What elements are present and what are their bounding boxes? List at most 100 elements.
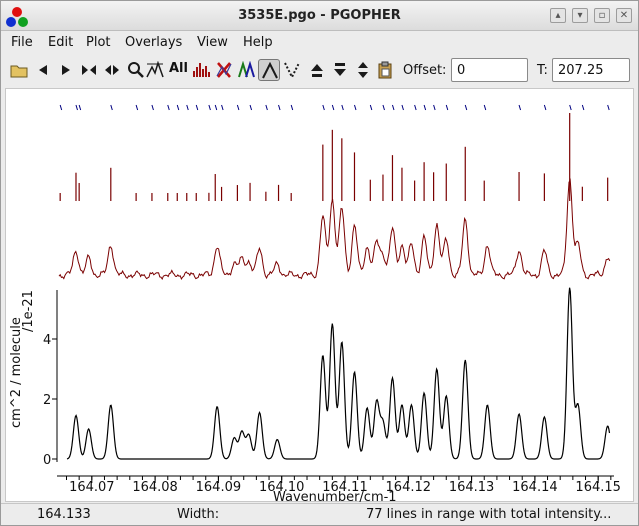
arrow-right-icon [62, 65, 70, 75]
stick-spectrum [59, 112, 609, 201]
fit-peaks-button[interactable] [144, 59, 166, 81]
line-marker [607, 104, 610, 111]
line-marker [167, 104, 170, 111]
menu-plot[interactable]: Plot [86, 35, 111, 50]
menu-edit[interactable]: Edit [48, 35, 73, 50]
line-marker [322, 104, 325, 111]
overlay-peaks-icon [238, 61, 255, 78]
line-marker [59, 104, 63, 111]
spectrum-plot[interactable]: 024 164.07 164.08 164.09 164.10 164.11 164.12… [5, 88, 635, 503]
menu-help[interactable]: Help [243, 35, 273, 50]
pgopher-window: 3535E.pgo - PGOPHER ▴ ▾ ▫ ✕ File Edit Pl… [0, 0, 639, 526]
line-marker [265, 104, 268, 111]
menu-view[interactable]: View [197, 35, 228, 50]
title-bar[interactable]: 3535E.pgo - PGOPHER ▴ ▾ ▫ ✕ [1, 1, 638, 31]
arrow-left-icon [39, 65, 47, 75]
line-marker [135, 104, 139, 111]
line-marker [290, 104, 294, 111]
line-marker [221, 104, 224, 111]
line-marker [214, 104, 218, 111]
cursor-position: 164.133 [37, 507, 91, 522]
line-marker [195, 104, 199, 111]
line-marker [423, 104, 427, 111]
x-tick-label: 164.09 [196, 480, 242, 495]
spectrum-canvas[interactable]: 024 164.07 164.08 164.09 164.10 164.11 164.12… [6, 89, 635, 503]
arrow-down-bar-icon [334, 63, 346, 76]
line-marker [382, 104, 385, 111]
down-icon[interactable]: ▾ [572, 8, 588, 23]
toolbar: All Offset: T: [1, 56, 638, 86]
menu-file[interactable]: File [11, 35, 33, 50]
line-marker [483, 104, 487, 111]
line-marker [369, 104, 373, 111]
simulated-spectrum-trace [66, 287, 611, 460]
markers-button[interactable] [281, 59, 303, 81]
magnifier-icon [128, 62, 144, 78]
line-marker [543, 104, 547, 111]
delete-lines-button[interactable] [213, 59, 235, 81]
red-x-icon [216, 62, 232, 78]
scroll-right-button[interactable] [55, 59, 77, 81]
line-marker [433, 104, 436, 111]
status-message: 77 lines in range with total intensity..… [366, 507, 612, 522]
zoom-out-x-button[interactable] [101, 59, 123, 81]
line-marker [236, 104, 240, 111]
move-up-button[interactable] [306, 59, 328, 81]
restore-icon[interactable]: ▫ [594, 8, 610, 23]
observed-spectrum-trace [58, 178, 611, 281]
arrows-updown-icon [358, 62, 368, 78]
x-tick-label: 164.13 [449, 480, 495, 495]
line-marker [78, 104, 82, 111]
line-marker [464, 104, 468, 111]
y-tick-label: 2 [43, 393, 51, 408]
line-marker [176, 104, 180, 111]
line-marker [518, 104, 522, 111]
line-marker [208, 104, 211, 111]
status-bar: 164.133 Width: 77 lines in range with to… [1, 503, 638, 525]
line-marker [569, 104, 572, 111]
offset-input[interactable] [451, 58, 528, 82]
overlay-button[interactable] [236, 59, 258, 81]
line-marker [581, 104, 585, 111]
line-marker [341, 104, 344, 111]
menu-overlays[interactable]: Overlays [125, 35, 182, 50]
close-icon[interactable]: ✕ [616, 8, 632, 23]
y-axis-scale: /1e-21 [21, 290, 36, 332]
line-marker [331, 104, 335, 111]
y-axis-label: cm^2 / molecule [9, 317, 24, 428]
line-markers [59, 104, 610, 111]
move-updown-button[interactable] [352, 59, 374, 81]
move-down-button[interactable] [329, 59, 351, 81]
lambda-peak-icon [262, 62, 278, 79]
line-marker [110, 104, 113, 111]
up-icon[interactable]: ▴ [550, 8, 566, 23]
offset-label: Offset: [403, 63, 447, 78]
peak-fit-icon [146, 61, 164, 78]
peak-shape-button[interactable] [258, 59, 280, 81]
line-marker [186, 104, 189, 111]
line-marker [278, 104, 281, 111]
line-marker [414, 104, 417, 111]
open-folder-button[interactable] [8, 59, 30, 81]
line-marker [75, 104, 78, 111]
expand-horizontal-icon [82, 65, 96, 75]
line-marker [445, 104, 449, 111]
bars-icon [193, 63, 210, 77]
line-marker [249, 104, 253, 111]
folder-icon [10, 65, 28, 78]
line-marker [354, 104, 357, 111]
dotted-v-icon [284, 62, 300, 79]
show-all-button[interactable]: All [169, 61, 188, 76]
scroll-left-button[interactable] [32, 59, 54, 81]
x-tick-label: 164.07 [69, 480, 115, 495]
paste-button[interactable] [374, 59, 396, 81]
stick-spectrum-button[interactable] [190, 59, 212, 81]
y-tick-label: 0 [43, 453, 51, 468]
temperature-label: T: [537, 63, 548, 78]
line-marker [151, 104, 154, 111]
compress-horizontal-icon [105, 65, 119, 75]
clipboard-icon [378, 61, 392, 79]
zoom-in-x-button[interactable] [78, 59, 100, 81]
temperature-input[interactable] [552, 58, 630, 82]
x-axis-label: Wavenumber/cm-1 [273, 490, 397, 503]
